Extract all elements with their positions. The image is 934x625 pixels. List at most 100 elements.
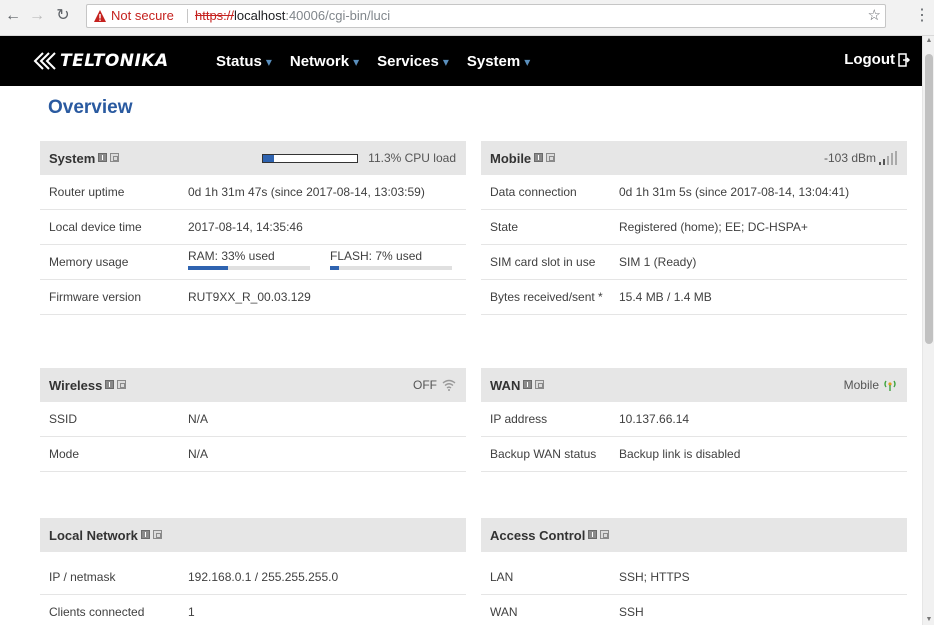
row-label: Firmware version xyxy=(49,290,142,304)
row-label: IP address xyxy=(490,412,548,426)
row-value: N/A xyxy=(188,447,209,461)
flash-usage-fill xyxy=(330,266,339,270)
settings-icon[interactable] xyxy=(535,379,545,389)
panel-title: WAN xyxy=(490,377,521,393)
logout-label: Logout xyxy=(844,51,895,68)
row-value: SIM 1 (Ready) xyxy=(619,255,697,269)
bookmark-star-icon[interactable]: ☆ xyxy=(868,5,881,27)
scroll-up-arrow-icon[interactable]: ▲ xyxy=(923,36,934,46)
reload-icon[interactable]: ↻ xyxy=(54,7,72,25)
row-value: 1 xyxy=(188,605,195,619)
address-divider xyxy=(187,9,188,23)
row-label: SSID xyxy=(49,412,78,426)
row-label: Memory usage xyxy=(49,255,129,269)
row-label: SIM card slot in use xyxy=(490,255,596,269)
table-row: Data connection 0d 1h 31m 5s (since 2017… xyxy=(481,175,907,210)
signal-bars-icon xyxy=(879,151,897,165)
mobile-antenna-icon xyxy=(884,380,896,391)
table-row: Router uptime 0d 1h 31m 47s (since 2017-… xyxy=(40,175,466,210)
warning-icon xyxy=(94,10,106,22)
row-value: N/A xyxy=(188,412,209,426)
table-row: Bytes received/sent * 15.4 MB / 1.4 MB xyxy=(481,280,907,315)
table-row: Mode N/A xyxy=(40,437,466,472)
row-label: Data connection xyxy=(490,185,577,199)
page-scrollbar[interactable]: ▲ ▼ xyxy=(922,36,934,625)
browser-toolbar: ← → ↻ Not secure https://localhost:40006… xyxy=(0,0,934,36)
panel-title: Wireless xyxy=(49,377,103,393)
info-icon[interactable] xyxy=(105,379,115,389)
cpu-load-indicator: 11.3% CPU load xyxy=(262,141,456,175)
ram-usage-text: RAM: 33% used xyxy=(188,249,275,263)
info-icon[interactable] xyxy=(588,529,598,539)
chevron-down-icon: ▾ xyxy=(265,54,272,69)
settings-icon[interactable] xyxy=(600,529,610,539)
row-label: State xyxy=(490,220,519,234)
panel-header: Local Network xyxy=(40,518,466,552)
info-icon[interactable] xyxy=(140,529,150,539)
address-bar[interactable]: Not secure https://localhost:40006/cgi-b… xyxy=(86,4,886,28)
scroll-down-arrow-icon[interactable]: ▼ xyxy=(923,615,934,625)
table-row: Backup WAN status Backup link is disable… xyxy=(481,437,907,472)
url-host: localhost xyxy=(234,8,286,23)
row-label: WAN xyxy=(490,605,518,619)
logout-icon xyxy=(898,52,910,67)
nav-services[interactable]: Services ▾ xyxy=(377,53,449,70)
ram-usage-bar xyxy=(188,266,310,270)
cpu-load-bar xyxy=(262,153,359,163)
brand-logo[interactable]: TELTONIKA xyxy=(30,49,169,73)
forward-arrow-icon[interactable]: → xyxy=(28,7,46,25)
row-label: Mode xyxy=(49,447,80,461)
scrollbar-thumb[interactable] xyxy=(925,54,933,344)
panel-title: System xyxy=(49,150,96,166)
access-control-panel: Access Control LAN SSH; HTTPS WAN SSH xyxy=(481,518,907,625)
cpu-load-fill xyxy=(263,154,274,162)
row-value: RUT9XX_R_00.03.129 xyxy=(188,290,311,304)
row-label: Bytes received/sent * xyxy=(490,290,603,304)
nav-status[interactable]: Status ▾ xyxy=(216,53,272,70)
table-row: Firmware version RUT9XX_R_00.03.129 xyxy=(40,280,466,315)
signal-strength-text: -103 dBm xyxy=(823,151,876,165)
nav-network[interactable]: Network ▾ xyxy=(290,53,359,70)
settings-icon[interactable] xyxy=(117,379,127,389)
wifi-icon xyxy=(442,379,456,391)
back-arrow-icon[interactable]: ← xyxy=(4,7,22,25)
info-icon[interactable] xyxy=(98,152,108,162)
brand-name: TELTONIKA xyxy=(60,51,169,71)
chevron-down-icon: ▾ xyxy=(353,54,360,69)
settings-icon[interactable] xyxy=(152,529,162,539)
chevron-down-icon: ▾ xyxy=(442,54,449,69)
row-value: 192.168.0.1 / 255.255.255.0 xyxy=(188,570,339,584)
table-row: Local device time 2017-08-14, 14:35:46 xyxy=(40,210,466,245)
panel-header: System 11.3% CPU load xyxy=(40,141,466,175)
panel-title: Mobile xyxy=(490,150,532,166)
url-path: :40006/cgi-bin/luci xyxy=(285,8,391,23)
table-row: State Registered (home); EE; DC-HSPA+ xyxy=(481,210,907,245)
wan-status-text: Mobile xyxy=(843,378,879,392)
row-value: 0d 1h 31m 5s (since 2017-08-14, 13:04:41… xyxy=(619,185,850,199)
settings-icon[interactable] xyxy=(110,152,120,162)
row-value: Registered (home); EE; DC-HSPA+ xyxy=(619,220,808,234)
ram-usage-fill xyxy=(188,266,229,270)
table-row: LAN SSH; HTTPS xyxy=(481,560,907,595)
row-label: Local device time xyxy=(49,220,142,234)
row-label: Backup WAN status xyxy=(490,447,597,461)
logout-button[interactable]: Logout xyxy=(844,51,910,68)
url-text: https://localhost:40006/cgi-bin/luci xyxy=(195,5,390,27)
row-value: SSH xyxy=(619,605,644,619)
system-panel: System 11.3% CPU load Router uptime 0d 1… xyxy=(40,141,466,315)
row-value: 2017-08-14, 14:35:46 xyxy=(188,220,303,234)
flash-usage-text: FLASH: 7% used xyxy=(330,249,423,263)
row-value: SSH; HTTPS xyxy=(619,570,690,584)
info-icon[interactable] xyxy=(534,152,544,162)
info-icon[interactable] xyxy=(523,379,533,389)
nav-status-label: Status xyxy=(216,52,262,70)
panel-title: Local Network xyxy=(49,527,138,543)
table-row: Clients connected 1 xyxy=(40,595,466,625)
table-row: SIM card slot in use SIM 1 (Ready) xyxy=(481,245,907,280)
app-header: TELTONIKA Status ▾ Network ▾ Services ▾ Sys… xyxy=(0,36,922,86)
nav-system[interactable]: System ▾ xyxy=(467,53,530,70)
browser-menu-icon[interactable]: ⋮ xyxy=(914,7,930,25)
row-label: Clients connected xyxy=(49,605,145,619)
wireless-status-text: OFF xyxy=(413,378,437,392)
settings-icon[interactable] xyxy=(546,152,556,162)
